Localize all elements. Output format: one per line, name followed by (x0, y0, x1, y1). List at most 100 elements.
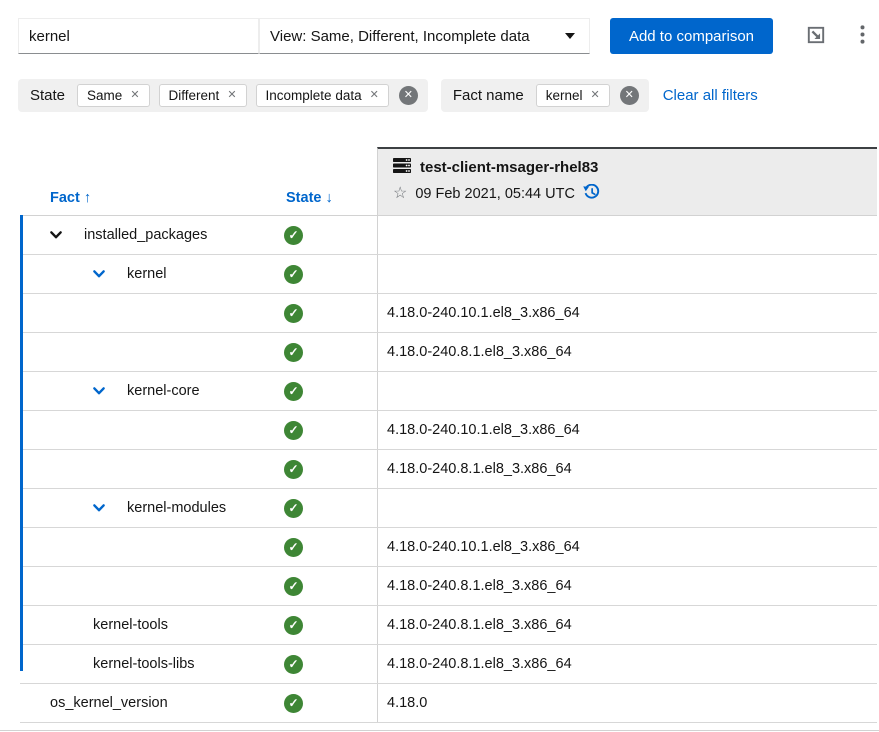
close-icon: ✕ (590, 89, 599, 101)
table-row: ✓ 4.18.0-240.8.1.el8_3.x86_64 (20, 333, 877, 372)
fact-value (377, 489, 876, 527)
state-cell: ✓ (264, 616, 377, 635)
fact-name: kernel (127, 266, 167, 282)
system-column-header: test-client-msager-rhel83 ☆ 09 Feb 2021,… (377, 147, 877, 215)
comparison-table: Fact↑ State↓ test-client-msager-rhel83 (20, 147, 877, 723)
table-row: kernel-core ✓ (20, 372, 877, 411)
expand-toggle-chevron-down-icon[interactable] (50, 228, 64, 242)
star-outline-icon[interactable]: ☆ (393, 186, 407, 202)
fact-column-header[interactable]: Fact↑ (50, 190, 91, 206)
bottom-divider (0, 730, 879, 731)
fact-filter-input[interactable] (18, 18, 259, 54)
clear-all-filters-link[interactable]: Clear all filters (663, 87, 758, 104)
clear-group-button[interactable]: ✕ (399, 86, 418, 105)
expand-toggle-chevron-down-icon[interactable] (93, 501, 107, 515)
close-icon: ✕ (130, 89, 139, 101)
state-cell: ✓ (264, 538, 377, 557)
filter-chip-group: Fact name kernel ✕ ✕ (441, 79, 649, 112)
fact-value: 4.18.0-240.8.1.el8_3.x86_64 (377, 450, 876, 488)
table-row: kernel-modules ✓ (20, 489, 877, 528)
table-row: installed_packages ✓ (20, 216, 877, 255)
state-cell: ✓ (264, 265, 377, 284)
fact-value: 4.18.0-240.8.1.el8_3.x86_64 (377, 567, 876, 605)
expand-toggle-chevron-down-icon[interactable] (93, 384, 107, 398)
view-filter-value: View: Same, Different, Incomplete data (270, 28, 530, 45)
state-same-check-icon: ✓ (284, 694, 303, 713)
state-same-check-icon: ✓ (284, 499, 303, 518)
chip-label: Incomplete data (266, 88, 362, 103)
fact-cell: installed_packages (20, 227, 264, 243)
view-filter-dropdown[interactable]: View: Same, Different, Incomplete data (259, 18, 590, 54)
state-cell: ✓ (264, 421, 377, 440)
fact-value: 4.18.0-240.8.1.el8_3.x86_64 (377, 645, 876, 683)
table-row: ✓ 4.18.0-240.10.1.el8_3.x86_64 (20, 294, 877, 333)
fact-name: kernel-core (127, 383, 200, 399)
fact-name: kernel-tools (93, 617, 168, 633)
chip-close-button[interactable]: ✕ (370, 90, 379, 101)
state-same-check-icon: ✓ (284, 226, 303, 245)
state-cell: ✓ (264, 382, 377, 401)
fact-cell: os_kernel_version (20, 695, 264, 711)
chip-groups: State Same ✕ Different ✕ Incomplete data… (18, 79, 649, 112)
state-cell: ✓ (264, 304, 377, 323)
state-same-check-icon: ✓ (284, 265, 303, 284)
add-to-comparison-button[interactable]: Add to comparison (610, 18, 773, 54)
table-row: kernel ✓ (20, 255, 877, 294)
state-cell: ✓ (264, 460, 377, 479)
fact-value: 4.18.0-240.10.1.el8_3.x86_64 (377, 411, 876, 449)
filter-group-label: Fact name (453, 87, 524, 104)
sort-ascending-icon: ↑ (84, 190, 91, 206)
state-cell: ✓ (264, 499, 377, 518)
state-column-header[interactable]: State↓ (286, 190, 333, 206)
fact-cell: kernel-modules (20, 500, 264, 516)
filter-chip: Different ✕ (159, 84, 247, 107)
fact-value: 4.18.0-240.10.1.el8_3.x86_64 (377, 294, 876, 332)
chip-close-button[interactable]: ✕ (227, 90, 236, 101)
fact-value (377, 372, 876, 410)
chip-label: Different (169, 88, 220, 103)
state-same-check-icon: ✓ (284, 382, 303, 401)
history-icon (583, 184, 600, 204)
state-same-check-icon: ✓ (284, 577, 303, 596)
table-row: kernel-tools ✓ 4.18.0-240.8.1.el8_3.x86_… (20, 606, 877, 645)
chip-label: Same (87, 88, 122, 103)
expand-toggle-chevron-down-icon[interactable] (93, 267, 107, 281)
system-last-updated: 09 Feb 2021, 05:44 UTC (415, 186, 575, 202)
fact-cell: kernel (20, 266, 264, 282)
close-icon: ✕ (370, 89, 379, 101)
fact-name: os_kernel_version (50, 695, 168, 711)
filter-chip: kernel ✕ (536, 84, 610, 107)
clear-group-button[interactable]: ✕ (620, 86, 639, 105)
state-cell: ✓ (264, 226, 377, 245)
state-same-check-icon: ✓ (284, 460, 303, 479)
table-row: ✓ 4.18.0-240.8.1.el8_3.x86_64 (20, 450, 877, 489)
chips: Same ✕ Different ✕ Incomplete data ✕ (77, 84, 389, 107)
chip-label: kernel (546, 88, 583, 103)
filter-group-label: State (30, 87, 65, 104)
chip-close-button[interactable]: ✕ (590, 90, 599, 101)
table-row: ✓ 4.18.0-240.10.1.el8_3.x86_64 (20, 528, 877, 567)
filter-chip: Same ✕ (77, 84, 150, 107)
fact-cell: kernel-tools (20, 617, 264, 633)
table-body: installed_packages ✓ kernel ✓ ✓ 4.18 (20, 216, 877, 723)
state-same-check-icon: ✓ (284, 343, 303, 362)
filter-chip-group: State Same ✕ Different ✕ Incomplete data… (18, 79, 428, 112)
table-row: kernel-tools-libs ✓ 4.18.0-240.8.1.el8_3… (20, 645, 877, 684)
fact-cell: kernel-tools-libs (20, 656, 264, 672)
clear-group-icon: ✕ (404, 89, 413, 101)
table-row: ✓ 4.18.0-240.8.1.el8_3.x86_64 (20, 567, 877, 606)
fact-name: kernel-modules (127, 500, 226, 516)
kebab-menu-button[interactable] (851, 18, 873, 54)
state-same-check-icon: ✓ (284, 655, 303, 674)
state-same-check-icon: ✓ (284, 421, 303, 440)
export-button[interactable] (803, 18, 829, 54)
chip-close-button[interactable]: ✕ (130, 90, 139, 101)
fact-value: 4.18.0 (377, 684, 876, 722)
state-same-check-icon: ✓ (284, 304, 303, 323)
history-button[interactable] (583, 184, 600, 204)
table-header-left: Fact↑ State↓ (20, 147, 377, 215)
state-same-check-icon: ✓ (284, 538, 303, 557)
fact-name: installed_packages (84, 227, 207, 243)
chevron-down-icon (565, 33, 575, 39)
expanded-group-indicator (20, 215, 23, 671)
